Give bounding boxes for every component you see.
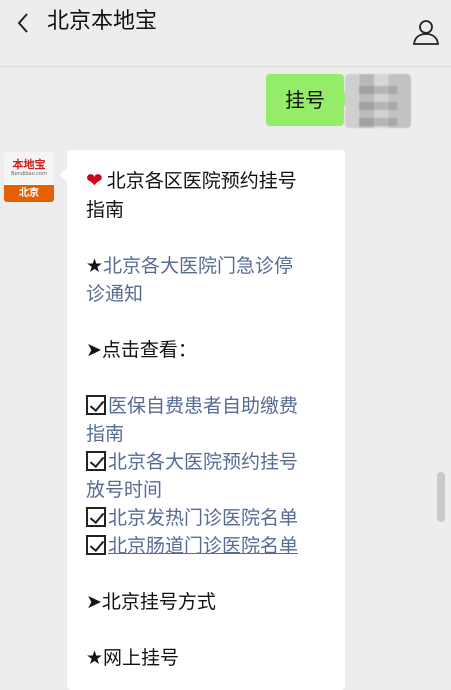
bot-logo: 本地宝 Bendibao.com <box>4 152 54 184</box>
bot-logo-text: 本地宝 <box>12 158 46 171</box>
top-bar: 北京本地宝 <box>0 0 451 67</box>
chevron-left-icon[interactable] <box>12 12 34 34</box>
outgoing-message-text: 挂号 <box>285 88 325 112</box>
item1-link[interactable]: 医保自费患者自助缴费 <box>86 392 298 420</box>
heart-icon: ❤ <box>86 168 103 192</box>
person-icon[interactable] <box>410 16 442 48</box>
page-title: 北京本地宝 <box>47 9 158 34</box>
item2-link[interactable]: 北京各大医院预约挂号 <box>86 448 298 476</box>
method-heading: ➤北京挂号方式 <box>86 591 216 613</box>
click-view-label: ➤点击查看： <box>86 339 197 361</box>
item1-link-text[interactable]: 医保自费患者自助缴费 <box>108 395 298 417</box>
reply-heading-cont: 指南 <box>86 199 125 221</box>
scrollbar[interactable] <box>437 472 445 522</box>
checkbox-icon <box>86 535 106 555</box>
my-avatar[interactable] <box>345 74 411 128</box>
outgoing-message-bubble[interactable]: 挂号 <box>266 74 352 126</box>
reply-heading: ❤ 北京各区医院预约挂号 <box>86 168 297 192</box>
item3-link-text[interactable]: 北京发热门诊医院名单 <box>108 507 298 529</box>
star-prefix: ★ <box>86 255 104 277</box>
item3-link[interactable]: 北京发热门诊医院名单 <box>86 504 298 532</box>
notice-link-text[interactable]: 北京各大医院门急诊停 <box>103 255 293 277</box>
bot-logo-city: 北京 <box>4 185 54 202</box>
notice-link-line2[interactable]: 诊通知 <box>86 280 143 308</box>
checkbox-icon <box>86 451 106 471</box>
checkbox-icon <box>86 507 106 527</box>
bot-logo-subtext: Bendibao.com <box>11 171 47 177</box>
notice-link-line1[interactable]: ★北京各大医院门急诊停 <box>86 252 293 280</box>
item2-link-cont[interactable]: 放号时间 <box>86 476 162 504</box>
item2-link-text[interactable]: 北京各大医院预约挂号 <box>108 451 298 473</box>
item4-link-text[interactable]: 北京肠道门诊医院名单 <box>108 535 298 557</box>
online-heading: ★网上挂号 <box>86 647 180 669</box>
checkbox-icon <box>86 395 106 415</box>
bot-avatar[interactable]: 本地宝 Bendibao.com 北京 <box>4 152 54 202</box>
item1-link-cont[interactable]: 指南 <box>86 420 124 448</box>
item4-link[interactable]: 北京肠道门诊医院名单 <box>86 532 298 560</box>
